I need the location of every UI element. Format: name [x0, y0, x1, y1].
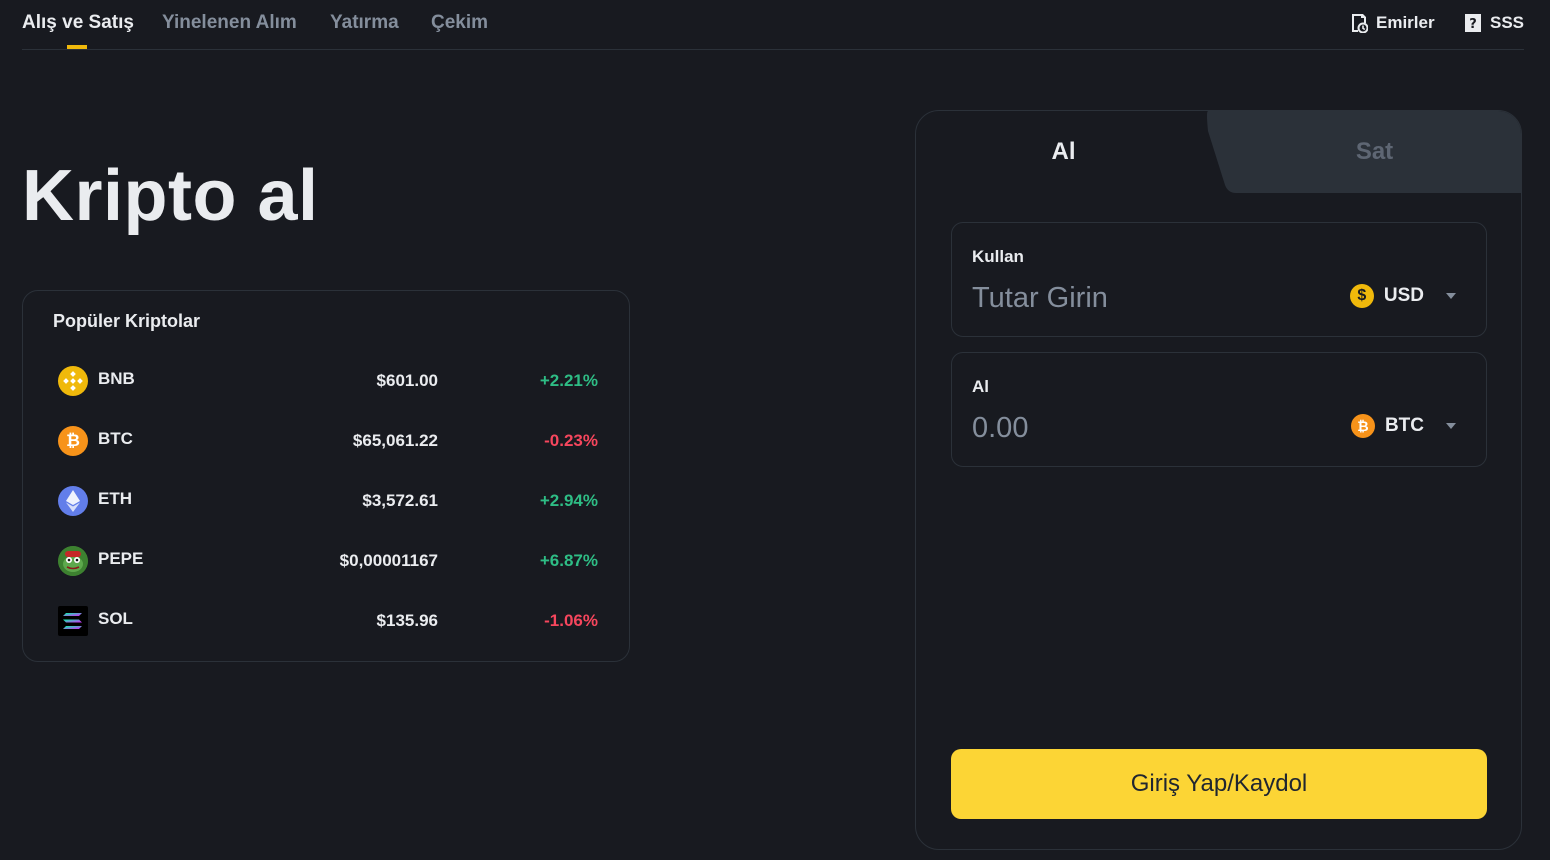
coin-change: +2.94%	[539, 491, 598, 510]
receive-currency-label: BTC	[1384, 415, 1424, 436]
tab-withdraw[interactable]: Çekim	[431, 12, 488, 34]
receive-label: Al	[972, 377, 989, 396]
receive-amount-input[interactable]	[972, 408, 1332, 448]
eth-icon	[58, 486, 88, 516]
btc-icon: ₿	[1350, 414, 1375, 438]
popular-cryptos-title: Popüler Kriptolar	[53, 311, 201, 331]
coin-row-btc[interactable]: ₿ BTC $65,061.22 -0.23%	[58, 424, 598, 458]
coin-row-pepe[interactable]: PEPE $0,00001167 +6.87%	[58, 544, 598, 578]
coin-change: -1.06%	[544, 611, 598, 630]
spend-label: Kullan	[972, 247, 1024, 266]
faq-icon: ?	[1464, 13, 1482, 33]
coin-price: $3,572.61	[362, 491, 438, 510]
popular-cryptos-panel: Popüler Kriptolar BNB $601.00 +2.21% ₿ B…	[22, 290, 630, 662]
coin-row-bnb[interactable]: BNB $601.00 +2.21%	[58, 364, 598, 398]
chevron-down-icon	[1446, 293, 1456, 299]
orders-icon	[1350, 13, 1368, 33]
svg-text:?: ?	[1469, 17, 1477, 32]
coin-change: +6.87%	[539, 551, 598, 570]
sol-icon	[58, 606, 88, 636]
bnb-icon	[58, 366, 88, 396]
coin-symbol: BTC	[98, 429, 133, 448]
spend-field: Kullan $ USD	[951, 222, 1487, 337]
coin-price: $0,00001167	[339, 551, 438, 570]
buy-sell-widget: Al Sat Kullan $ USD Al ₿ BTC Giriş Yap/K…	[915, 110, 1522, 850]
spend-amount-input[interactable]	[972, 278, 1332, 318]
coin-row-sol[interactable]: SOL $135.96 -1.06%	[58, 604, 598, 638]
faq-label: SSS	[1490, 13, 1525, 32]
coin-symbol: BNB	[98, 369, 135, 388]
spend-currency-select[interactable]: $ USD	[1349, 281, 1456, 311]
coin-symbol: PEPE	[98, 549, 144, 568]
tab-deposit[interactable]: Yatırma	[330, 12, 399, 34]
coin-row-eth[interactable]: ETH $3,572.61 +2.94%	[58, 484, 598, 518]
spend-currency-label: USD	[1383, 285, 1424, 306]
usd-coin-icon: $	[1349, 284, 1374, 308]
page-title: Kripto al	[22, 156, 319, 236]
login-register-button[interactable]: Giriş Yap/Kaydol	[951, 749, 1487, 819]
pepe-icon	[58, 546, 88, 576]
coin-symbol: ETH	[98, 489, 132, 508]
coin-change: -0.23%	[544, 431, 598, 450]
tab-sell[interactable]: Sat	[1226, 111, 1521, 193]
coin-change: +2.21%	[539, 371, 598, 390]
coin-price: $601.00	[376, 371, 438, 390]
active-tab-indicator	[67, 45, 87, 49]
orders-label: Emirler	[1376, 13, 1435, 32]
coin-price: $135.96	[376, 611, 438, 630]
tab-recurring-buy[interactable]: Yinelenen Alım	[162, 12, 297, 34]
receive-field: Al ₿ BTC	[951, 352, 1487, 467]
orders-link[interactable]: Emirler	[1350, 13, 1435, 33]
btc-icon: ₿	[58, 426, 88, 456]
coin-symbol: SOL	[98, 609, 133, 628]
coin-price: $65,061.22	[352, 431, 438, 450]
tab-buy-sell[interactable]: Alış ve Satış	[22, 12, 134, 34]
chevron-down-icon	[1446, 423, 1456, 429]
receive-currency-select[interactable]: ₿ BTC	[1350, 411, 1456, 441]
faq-link[interactable]: ? SSS	[1464, 13, 1524, 33]
top-navigation: Alış ve Satış Yinelenen Alım Yatırma Çek…	[22, 0, 1524, 50]
tab-buy[interactable]: Al	[916, 111, 1211, 193]
